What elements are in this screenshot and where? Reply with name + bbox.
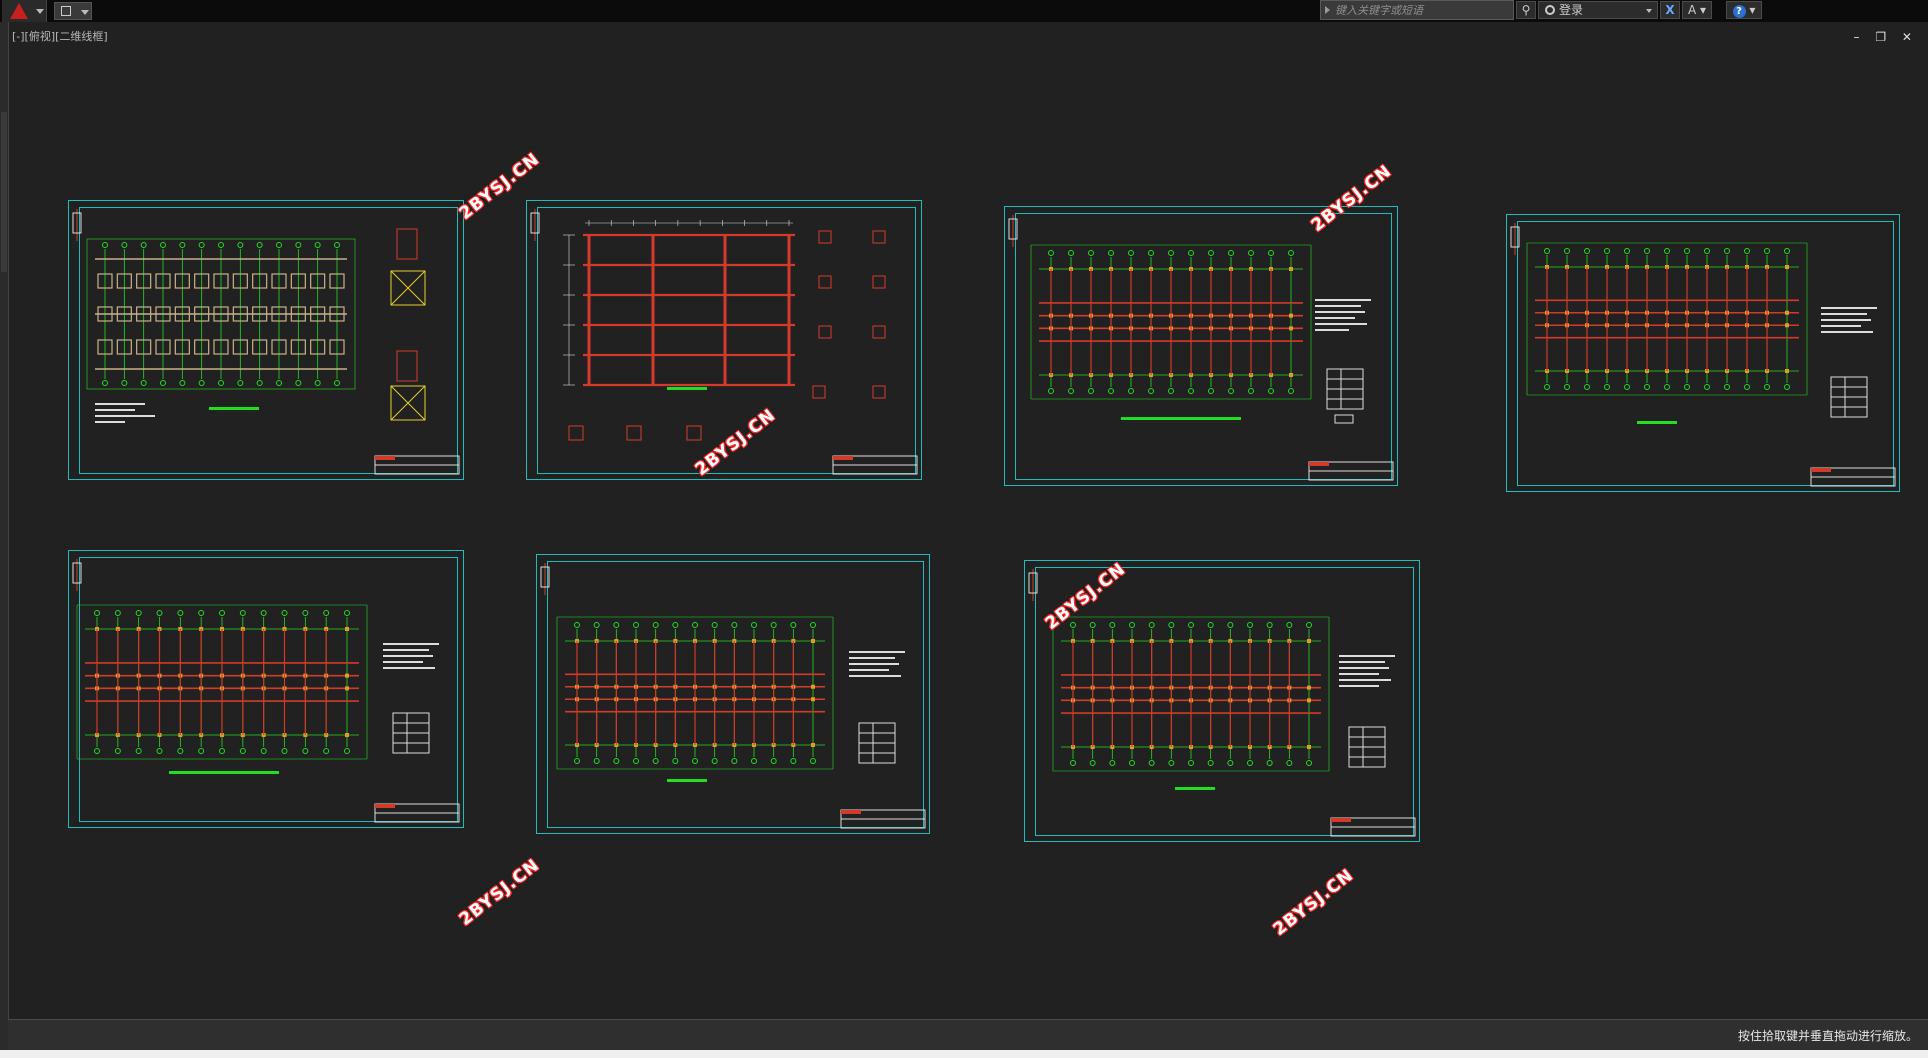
side-stamp <box>1510 223 1520 255</box>
title-block <box>1330 817 1416 837</box>
legend-box <box>1334 414 1354 424</box>
autocad-logo-icon <box>10 3 28 19</box>
schedule-table <box>858 722 896 764</box>
title-block <box>374 803 460 823</box>
drawing-title-bar <box>209 407 259 410</box>
notes <box>849 651 905 677</box>
search-input[interactable] <box>1335 2 1505 18</box>
status-message: 按住拾取键并垂直拖动进行缩放。 <box>1737 1029 1918 1043</box>
login-label: 登录 <box>1559 3 1584 17</box>
document-icon <box>61 6 71 16</box>
notes <box>383 643 439 669</box>
foundation-plan-grid <box>86 238 356 390</box>
floor-plan-grid <box>1052 616 1330 772</box>
search-binoculars-button[interactable]: ⚲ <box>1516 1 1536 19</box>
drawing-title-bar <box>169 771 279 774</box>
drawing-title-bar <box>1637 421 1677 424</box>
help-button[interactable]: ? ▾ <box>1726 1 1762 19</box>
scrollbar-thumb[interactable] <box>1 112 7 272</box>
exchange-icon: X <box>1665 3 1675 17</box>
window-bottom-edge <box>0 1050 1928 1058</box>
drawing-sheet-4[interactable] <box>1506 214 1900 492</box>
watermark: 2BYSJ.CN <box>455 855 544 930</box>
drawing-sheet-6[interactable] <box>536 554 930 834</box>
left-scroll-rail[interactable] <box>0 22 9 1058</box>
detail-sections <box>390 228 426 421</box>
login-button[interactable]: 登录 <box>1538 1 1658 19</box>
side-stamp <box>1008 215 1018 247</box>
side-stamp <box>530 209 540 241</box>
chevron-down-icon <box>36 9 44 14</box>
drawing-title-bar <box>667 387 707 390</box>
schedule-table <box>1348 726 1386 768</box>
drawing-sheet-1[interactable] <box>68 200 464 480</box>
schedule-table <box>1830 376 1868 418</box>
expand-arrow-icon[interactable] <box>1325 6 1330 14</box>
a360-button[interactable]: A ▾ <box>1682 1 1712 19</box>
title-block <box>1308 461 1394 481</box>
notes <box>95 403 155 423</box>
binoculars-icon: ⚲ <box>1521 3 1531 17</box>
notes <box>1339 655 1395 687</box>
title-block <box>374 455 460 475</box>
side-stamp <box>540 563 550 595</box>
notes <box>1315 299 1371 331</box>
status-bar: 按住拾取键并垂直拖动进行缩放。 <box>8 1019 1928 1050</box>
chevron-down-icon <box>81 10 89 15</box>
schedule-table <box>392 712 430 754</box>
frame-elevation <box>563 220 795 387</box>
search-box[interactable] <box>1320 0 1514 20</box>
application-menu-button[interactable] <box>2 0 47 22</box>
floor-plan-drawing <box>72 559 460 823</box>
floor-plan-grid <box>556 616 834 770</box>
floor-plan-drawing <box>1008 215 1394 481</box>
drawing-sheet-5[interactable] <box>68 550 464 828</box>
user-icon <box>1545 5 1555 15</box>
exchange-apps-button[interactable]: X <box>1660 1 1680 19</box>
title-block <box>1810 467 1896 487</box>
side-stamp <box>1028 569 1038 601</box>
drawing-title-bar <box>1175 787 1215 790</box>
drawing-title-bar <box>1121 417 1241 420</box>
side-stamp <box>72 559 82 591</box>
viewport-control-label[interactable]: [-][俯视][二维线框] <box>12 28 108 44</box>
title-block <box>832 455 918 475</box>
floor-plan-grid <box>1030 244 1312 400</box>
quick-access-button[interactable] <box>54 2 92 20</box>
floor-plan-grid <box>76 604 368 760</box>
notes <box>1821 307 1877 333</box>
drawing-sheet-3[interactable] <box>1004 206 1398 486</box>
beam-details <box>568 230 886 441</box>
chevron-down-icon <box>1646 9 1652 13</box>
side-stamp <box>72 209 82 241</box>
floor-plan-drawing <box>540 563 926 829</box>
drawing-title-bar <box>667 779 707 782</box>
help-icon: ? <box>1732 5 1746 18</box>
floor-plan-grid <box>1526 242 1808 396</box>
title-block <box>840 809 926 829</box>
window-controls[interactable]: – ❐ ✕ <box>1854 30 1918 44</box>
floor-plan-drawing <box>1510 223 1896 487</box>
top-bar: ⚲ 登录 X A ▾ ? ▾ <box>0 0 1928 22</box>
a360-icon: A <box>1687 3 1697 17</box>
foundation-plan-drawing <box>72 209 460 475</box>
watermark: 2BYSJ.CN <box>1269 865 1358 940</box>
schedule-table <box>1326 368 1364 410</box>
